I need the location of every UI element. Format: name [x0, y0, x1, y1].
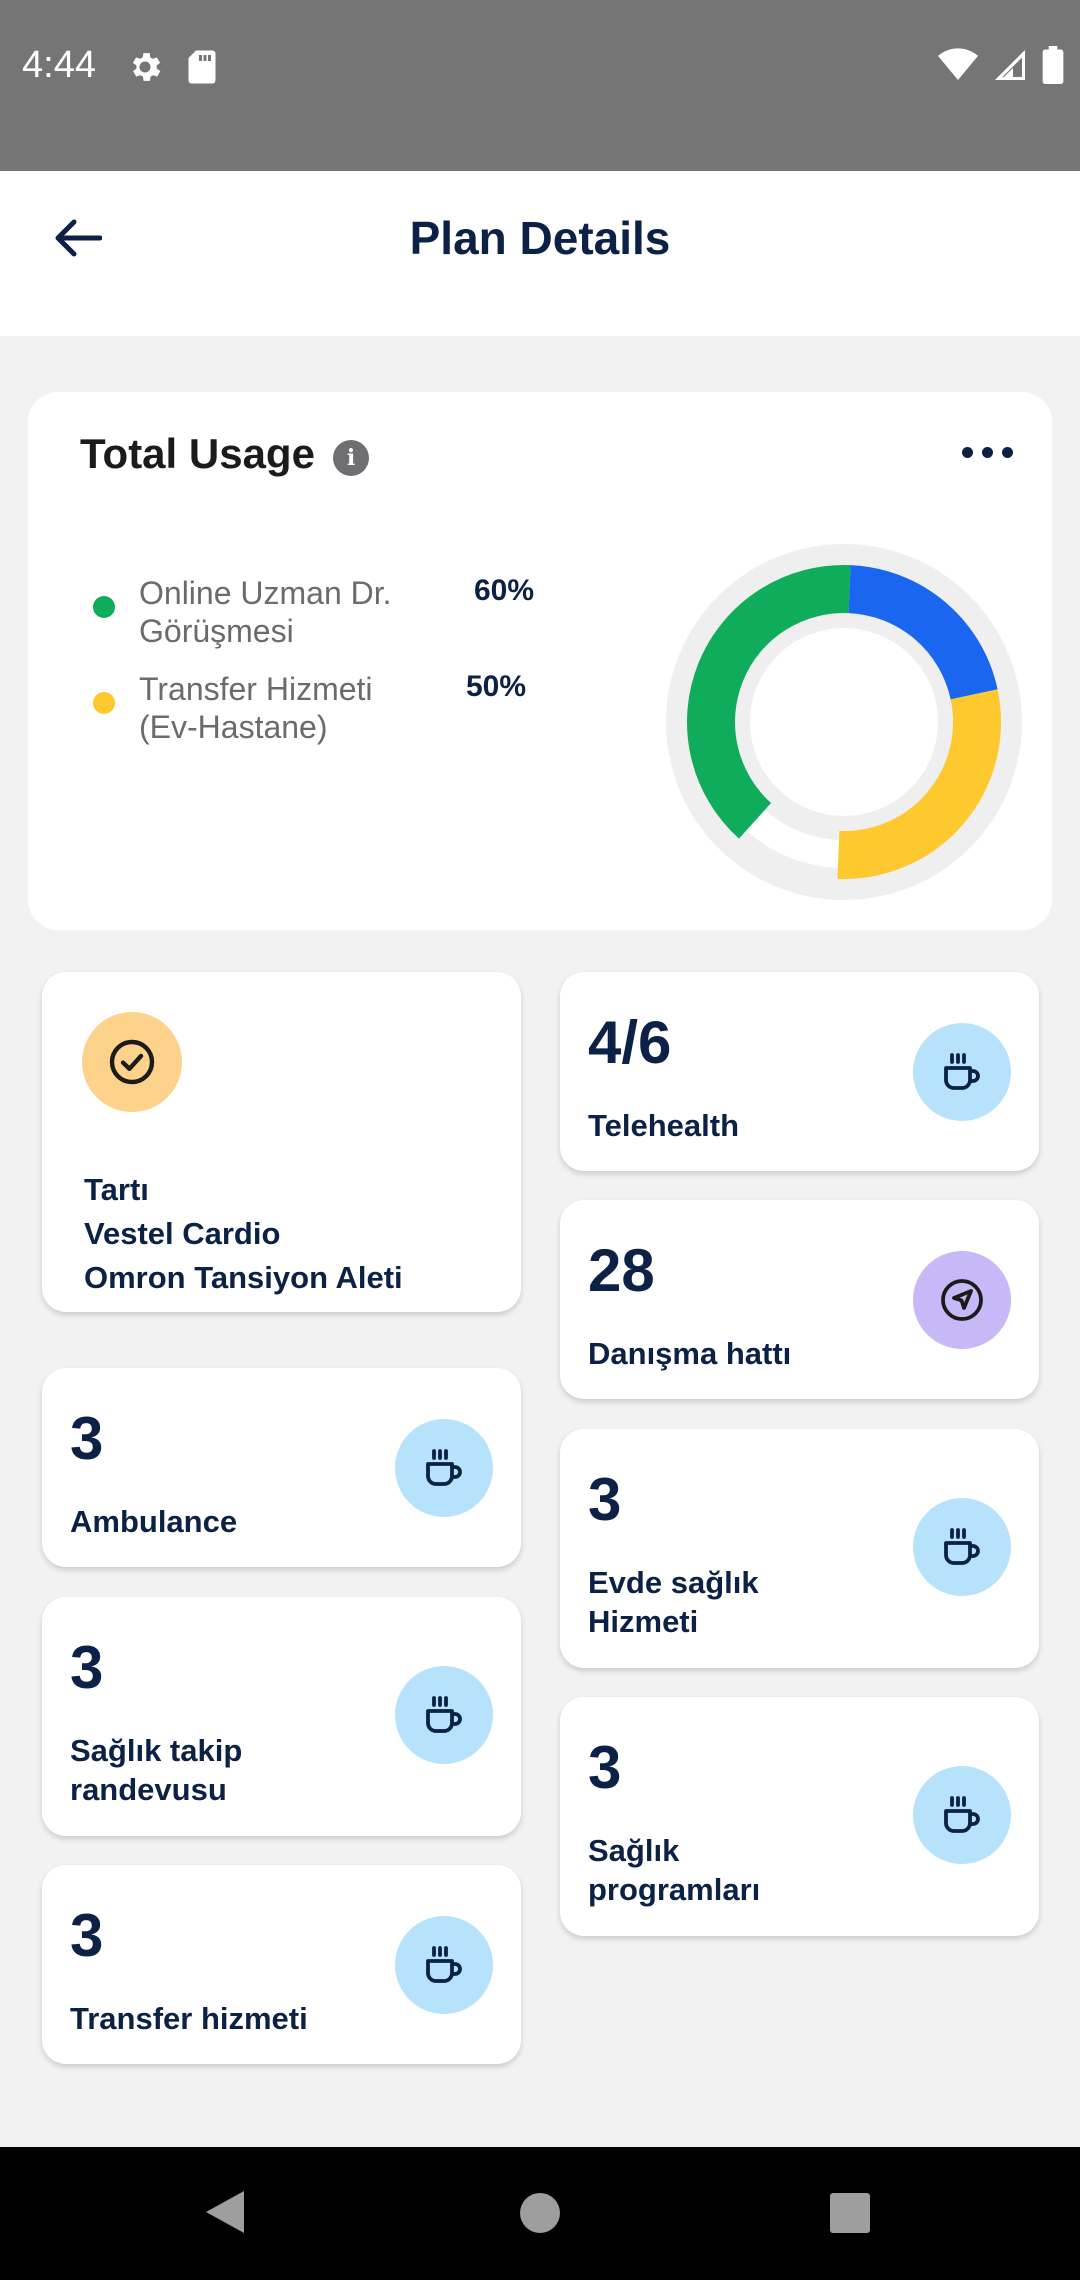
nav-recents-icon[interactable] — [829, 2192, 871, 2234]
legend-value: 50% — [466, 670, 527, 703]
system-navigation-bar — [0, 2147, 1080, 2280]
telehealth-card[interactable]: 4/6 Telehealth — [560, 972, 1039, 1171]
saglik-programlari-value: 3 — [588, 1734, 622, 1801]
sd-card-icon — [188, 50, 216, 84]
total-usage-card: Total Usage i Online Uzman Dr. Görüşmesi… — [28, 392, 1052, 930]
coffee-cup-icon — [944, 1796, 980, 1833]
evde-saglik-label: Evde sağlık Hizmeti — [588, 1565, 759, 1639]
total-usage-title: Total Usage — [80, 430, 315, 477]
ambulance-icon-badge — [395, 1419, 493, 1517]
legend-value: 60% — [474, 574, 535, 607]
ambulance-card[interactable]: 3 Ambulance — [42, 1368, 521, 1567]
devices-check-badge — [82, 1012, 182, 1112]
transfer-hizmeti-label: Transfer hizmeti — [70, 2001, 308, 2036]
check-circle-icon — [109, 1039, 155, 1085]
danisma-card[interactable]: 28 Danışma hattı — [560, 1200, 1039, 1399]
coffee-cup-icon — [944, 1528, 980, 1565]
nav-home-icon[interactable] — [519, 2192, 561, 2234]
coffee-cup-icon — [944, 1053, 980, 1090]
info-icon[interactable]: i — [333, 440, 369, 476]
telehealth-value: 4/6 — [588, 1009, 672, 1076]
saglik-takip-icon-badge — [395, 1666, 493, 1764]
danisma-icon-badge — [913, 1251, 1011, 1349]
saglik-programlari-label: Sağlık programları — [588, 1833, 761, 1907]
signal-icon — [995, 50, 1025, 80]
legend-item: Transfer Hizmeti (Ev-Hastane) 50% — [93, 670, 533, 766]
settings-icon — [132, 53, 161, 81]
donut-segment — [837, 689, 1001, 879]
app-header: Plan Details — [0, 171, 1080, 336]
devices-card[interactable]: Tartı Vestel Cardio Omron Tansiyon Aleti — [42, 972, 521, 1312]
status-left-icons — [126, 48, 218, 86]
saglik-programlari-icon-badge — [913, 1766, 1011, 1864]
danisma-label: Danışma hattı — [588, 1336, 792, 1371]
legend-label: Transfer Hizmeti (Ev-Hastane) — [139, 671, 373, 745]
battery-icon — [1042, 46, 1064, 84]
legend-label: Online Uzman Dr. Görüşmesi — [139, 575, 392, 649]
transfer-hizmeti-value: 3 — [70, 1902, 104, 1969]
donut-inner-ring — [726, 604, 962, 840]
navigation-icon — [941, 1279, 983, 1321]
device-item: Tartı — [84, 1172, 149, 1207]
evde-saglik-icon-badge — [913, 1498, 1011, 1596]
saglik-programlari-card[interactable]: 3 Sağlık programları — [560, 1697, 1039, 1936]
ambulance-label: Ambulance — [70, 1504, 238, 1539]
usage-donut-chart — [666, 544, 1022, 900]
coffee-cup-icon — [426, 1449, 462, 1486]
devices-list: Tartı Vestel Cardio Omron Tansiyon Aleti — [84, 1168, 403, 1300]
device-item: Vestel Cardio — [84, 1216, 281, 1251]
coffee-cup-icon — [426, 1946, 462, 1983]
saglik-takip-label: Sağlık takip randevusu — [70, 1733, 243, 1807]
page-title: Plan Details — [409, 212, 671, 264]
evde-saglik-value: 3 — [588, 1466, 622, 1533]
transfer-hizmeti-icon-badge — [395, 1916, 493, 2014]
nav-back-icon[interactable] — [204, 2189, 246, 2235]
ambulance-value: 3 — [70, 1405, 104, 1472]
coffee-cup-icon — [426, 1696, 462, 1733]
legend-dot-yellow — [93, 692, 115, 714]
usage-legend: Online Uzman Dr. Görüşmesi 60% Transfer … — [93, 574, 535, 766]
transfer-hizmeti-card[interactable]: 3 Transfer hizmeti — [42, 1865, 521, 2064]
telehealth-icon-badge — [913, 1023, 1011, 1121]
telehealth-label: Telehealth — [588, 1108, 740, 1143]
saglik-takip-value: 3 — [70, 1634, 104, 1701]
evde-saglik-card[interactable]: 3 Evde sağlık Hizmeti — [560, 1429, 1039, 1668]
more-options-button[interactable] — [952, 432, 1022, 472]
saglik-takip-card[interactable]: 3 Sağlık takip randevusu — [42, 1597, 521, 1836]
status-time: 4:44 — [22, 44, 96, 86]
legend-item: Online Uzman Dr. Görüşmesi 60% — [93, 574, 535, 670]
wifi-icon — [938, 48, 978, 80]
status-bar: 4:44 — [0, 0, 1080, 171]
danisma-value: 28 — [588, 1237, 655, 1304]
legend-dot-green — [93, 596, 115, 618]
status-right-icons — [938, 46, 1064, 84]
device-item: Omron Tansiyon Aleti — [84, 1260, 403, 1295]
